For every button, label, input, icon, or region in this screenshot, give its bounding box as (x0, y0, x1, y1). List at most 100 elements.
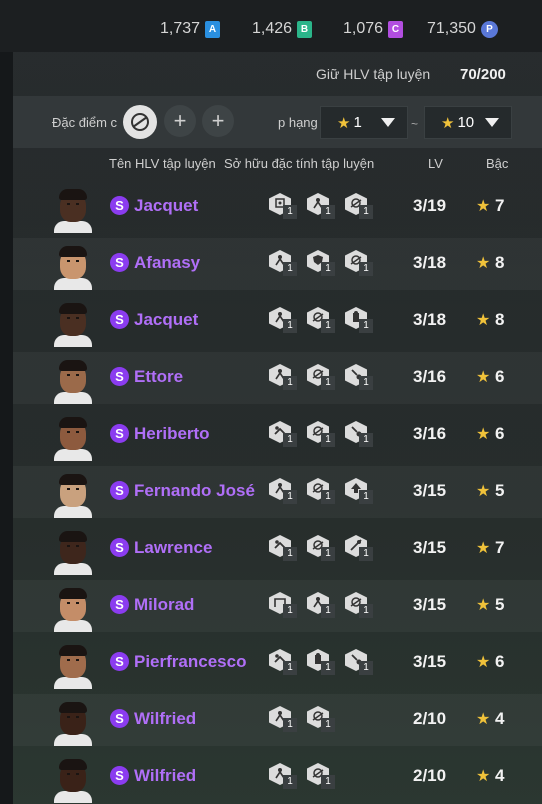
header-traits[interactable]: Sở hữu đặc tính tập luyện (224, 156, 374, 171)
min-rank-value: 1 (353, 114, 362, 131)
avatar-hair (59, 474, 87, 485)
coach-row[interactable]: S Lawrence 1 1 1 3/15 ★ 7 (13, 523, 542, 575)
chevron-down-icon (381, 118, 395, 127)
trait-badge[interactable]: 1 (345, 592, 373, 618)
coach-traits: 1 1 1 (269, 421, 383, 447)
coach-row[interactable]: S Wilfried 1 1 2/10 ★ 4 (13, 694, 542, 746)
avatar-hair (59, 417, 87, 428)
avatar-eye (76, 773, 79, 775)
coach-row[interactable]: S Afanasy 1 1 1 3/18 ★ 8 (13, 238, 542, 290)
avatar-eye (67, 659, 70, 661)
trait-level: 1 (283, 490, 297, 504)
trait-badge[interactable]: 1 (345, 535, 373, 561)
special-grade-icon: S (110, 253, 129, 272)
trait-badge[interactable]: 1 (269, 706, 297, 732)
trait-level: 1 (321, 490, 335, 504)
trait-badge[interactable]: 1 (345, 193, 373, 219)
coach-avatar (54, 473, 92, 518)
trait-badge[interactable]: 1 (269, 364, 297, 390)
trait-badge[interactable]: 1 (307, 364, 335, 390)
coach-row[interactable]: S Ettore 1 1 1 3/16 ★ 6 (13, 352, 542, 404)
avatar-eye (67, 602, 70, 604)
avatar-hair (59, 645, 87, 656)
trait-level: 1 (359, 547, 373, 561)
coach-level: 3/19 (413, 196, 447, 215)
avatar-hair (59, 360, 87, 371)
coach-row[interactable]: S Wilfried 1 1 2/10 ★ 4 (13, 751, 542, 803)
trait-badge[interactable]: 1 (345, 421, 373, 447)
coach-row[interactable]: S Milorad 1 1 1 3/15 ★ 5 (13, 580, 542, 632)
coach-rank: 4 (495, 709, 505, 728)
add-trait-button-1[interactable]: + (164, 105, 196, 137)
rank-filter-label: p hạng (278, 115, 318, 130)
trait-badge[interactable]: 1 (307, 307, 335, 333)
star-icon: ★ (476, 312, 491, 329)
trait-badge[interactable]: 1 (269, 193, 297, 219)
coach-name: Pierfrancesco (134, 652, 247, 671)
avatar-shirt (54, 677, 92, 689)
avatar-eye (67, 203, 70, 205)
coach-row[interactable]: S Jacquet 1 1 1 3/18 ★ 8 (13, 295, 542, 347)
coach-name: Jacquet (134, 310, 199, 329)
avatar-shirt (54, 335, 92, 347)
trait-badge[interactable]: 1 (345, 250, 373, 276)
trait-badge[interactable]: 1 (269, 307, 297, 333)
trait-badge[interactable]: 1 (307, 706, 335, 732)
trait-badge[interactable]: 1 (269, 421, 297, 447)
header-lv[interactable]: LV (428, 156, 443, 171)
trait-badge[interactable]: 1 (269, 763, 297, 789)
header-rank[interactable]: Bậc (486, 156, 508, 171)
trait-badge[interactable]: 1 (307, 421, 335, 447)
coach-row[interactable]: S Jacquet 1 1 1 3/19 ★ 7 (13, 181, 542, 233)
avatar-eye (76, 317, 79, 319)
trait-filter-selected[interactable] (123, 105, 157, 139)
trait-badge[interactable]: 1 (269, 535, 297, 561)
coach-level: 3/18 (413, 310, 447, 329)
max-rank-select[interactable]: ★ 10 (424, 106, 512, 139)
trait-badge[interactable]: 1 (345, 478, 373, 504)
trait-badge[interactable]: 1 (269, 649, 297, 675)
star-icon: ★ (476, 369, 491, 386)
coach-level: 3/16 (413, 424, 447, 443)
min-rank-select[interactable]: ★ 1 (320, 106, 408, 139)
avatar-hair (59, 759, 87, 770)
avatar-eye (76, 203, 79, 205)
avatar-shirt (54, 278, 92, 290)
trait-badge[interactable]: 1 (269, 592, 297, 618)
trait-badge[interactable]: 1 (307, 193, 335, 219)
trait-badge[interactable]: 1 (307, 763, 335, 789)
trait-badge[interactable]: 1 (307, 478, 335, 504)
trait-badge[interactable]: 1 (269, 478, 297, 504)
avatar-hair (59, 246, 87, 257)
coach-row[interactable]: S Fernando José 1 1 1 3/15 ★ 5 (13, 466, 542, 518)
trait-level: 1 (321, 661, 335, 675)
trait-badge[interactable]: 1 (345, 307, 373, 333)
coach-row[interactable]: S Pierfrancesco 1 1 1 3/15 ★ 6 (13, 637, 542, 689)
coach-avatar (54, 644, 92, 689)
trait-badge[interactable]: 1 (307, 592, 335, 618)
trait-badge[interactable]: 1 (307, 250, 335, 276)
coach-name: Wilfried (134, 709, 197, 728)
trait-level: 1 (359, 604, 373, 618)
trait-badge[interactable]: 1 (269, 250, 297, 276)
add-trait-button-2[interactable]: + (202, 105, 234, 137)
trait-level: 1 (283, 433, 297, 447)
trait-badge[interactable]: 1 (345, 649, 373, 675)
coach-rank: 7 (495, 196, 505, 215)
coach-name: Afanasy (134, 253, 201, 272)
avatar-eye (76, 488, 79, 490)
trait-badge[interactable]: 1 (307, 649, 335, 675)
avatar-shirt (54, 221, 92, 233)
coach-traits: 1 1 1 (269, 535, 383, 561)
trait-badge[interactable]: 1 (345, 364, 373, 390)
header-name[interactable]: Tên HLV tập luyện (109, 156, 216, 171)
special-grade-icon: S (110, 367, 129, 386)
currency-b-value: 1,426 (252, 20, 293, 37)
chevron-down-icon (485, 118, 499, 127)
coach-traits: 1 1 1 (269, 250, 383, 276)
coach-row[interactable]: S Heriberto 1 1 1 3/16 ★ 6 (13, 409, 542, 461)
currency-bar: 1,737 A 1,426 B 1,076 C 71,350 P (0, 0, 542, 52)
coach-level: 3/16 (413, 367, 447, 386)
trait-badge[interactable]: 1 (307, 535, 335, 561)
special-grade-icon: S (110, 424, 129, 443)
